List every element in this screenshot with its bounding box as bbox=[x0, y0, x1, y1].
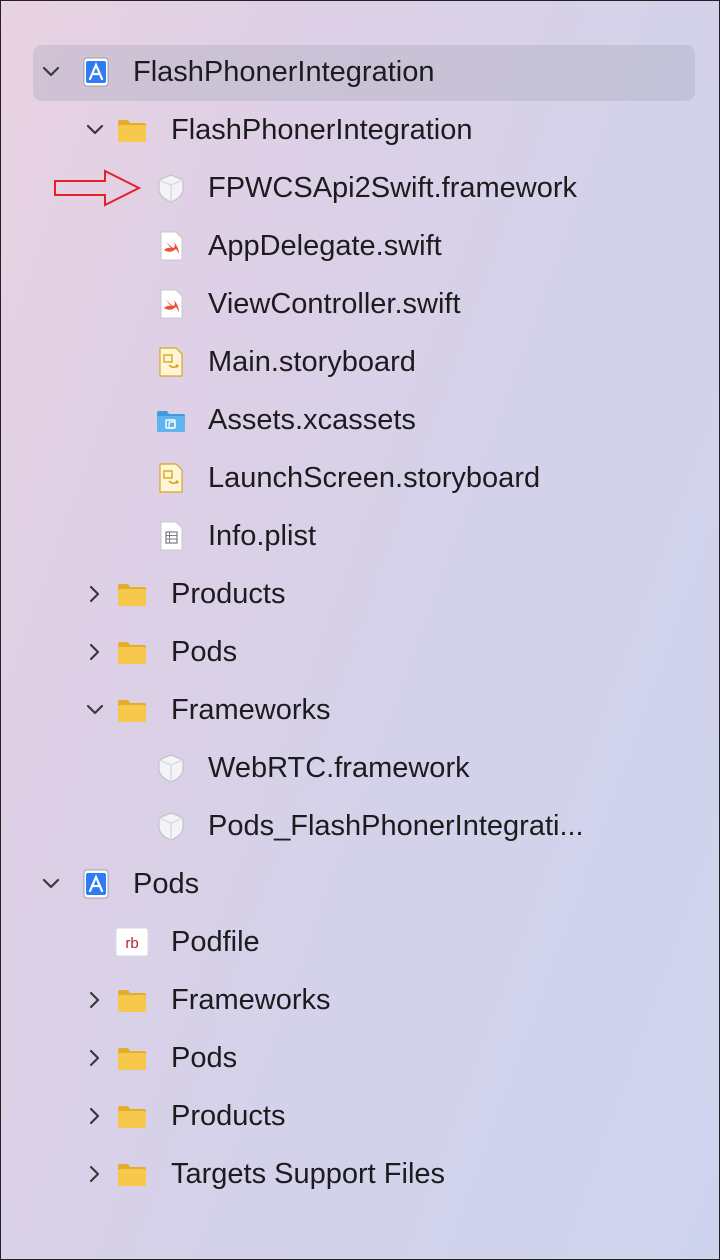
row-podfile[interactable]: rb Podfile bbox=[1, 913, 719, 971]
framework-icon bbox=[156, 753, 186, 783]
row-fpwcs-framework[interactable]: FPWCSApi2Swift.framework bbox=[1, 159, 719, 217]
ruby-file-icon: rb bbox=[115, 927, 149, 957]
row-frameworks-1[interactable]: Frameworks bbox=[1, 681, 719, 739]
chevron-right-icon[interactable] bbox=[85, 1106, 105, 1126]
xcode-project-icon bbox=[81, 57, 111, 87]
tree-item-label: Info.plist bbox=[208, 520, 316, 552]
tree-item-label: Main.storyboard bbox=[208, 346, 416, 378]
framework-icon bbox=[156, 173, 186, 203]
chevron-right-icon[interactable] bbox=[85, 584, 105, 604]
tree-item-label: Pods_FlashPhonerIntegrati... bbox=[208, 810, 584, 842]
row-main-storyboard[interactable]: Main.storyboard bbox=[1, 333, 719, 391]
chevron-down-icon[interactable] bbox=[41, 874, 61, 894]
folder-icon bbox=[117, 985, 147, 1015]
chevron-down-icon[interactable] bbox=[41, 62, 61, 82]
row-viewcontroller[interactable]: ViewController.swift bbox=[1, 275, 719, 333]
tree-item-label: Pods bbox=[133, 868, 200, 900]
swift-file-icon bbox=[156, 231, 186, 261]
tree-item-label: Products bbox=[171, 1100, 286, 1132]
storyboard-icon bbox=[156, 463, 186, 493]
xcode-project-icon bbox=[81, 869, 111, 899]
chevron-right-icon[interactable] bbox=[85, 1048, 105, 1068]
folder-icon bbox=[117, 695, 147, 725]
row-project-pods[interactable]: Pods bbox=[1, 855, 719, 913]
folder-icon bbox=[117, 1043, 147, 1073]
row-frameworks-2[interactable]: Frameworks bbox=[1, 971, 719, 1029]
chevron-right-icon[interactable] bbox=[85, 1164, 105, 1184]
chevron-down-icon[interactable] bbox=[85, 700, 105, 720]
tree-item-label: WebRTC.framework bbox=[208, 752, 470, 784]
row-appdelegate[interactable]: AppDelegate.swift bbox=[1, 217, 719, 275]
tree-item-label: ViewController.swift bbox=[208, 288, 461, 320]
row-info-plist[interactable]: Info.plist bbox=[1, 507, 719, 565]
folder-icon bbox=[117, 637, 147, 667]
row-targets-support[interactable]: Targets Support Files bbox=[1, 1145, 719, 1203]
chevron-right-icon[interactable] bbox=[85, 990, 105, 1010]
tree-item-label: Products bbox=[171, 578, 286, 610]
row-pods-framework[interactable]: Pods_FlashPhonerIntegrati... bbox=[1, 797, 719, 855]
folder-icon bbox=[117, 115, 147, 145]
chevron-down-icon[interactable] bbox=[85, 120, 105, 140]
storyboard-icon bbox=[156, 347, 186, 377]
folder-icon bbox=[117, 1159, 147, 1189]
folder-icon bbox=[117, 1101, 147, 1131]
row-pods-2[interactable]: Pods bbox=[1, 1029, 719, 1087]
row-assets[interactable]: Assets.xcassets bbox=[1, 391, 719, 449]
tree-item-label: Frameworks bbox=[171, 984, 331, 1016]
row-project-flashphoner[interactable]: FlashPhonerIntegration bbox=[1, 43, 719, 101]
folder-icon bbox=[117, 579, 147, 609]
tree-item-label: FlashPhonerIntegration bbox=[171, 114, 473, 146]
svg-text:rb: rb bbox=[125, 935, 138, 952]
tree-item-label: Frameworks bbox=[171, 694, 331, 726]
plist-icon bbox=[156, 521, 186, 551]
row-pods-1[interactable]: Pods bbox=[1, 623, 719, 681]
tree-item-label: Podfile bbox=[171, 926, 260, 958]
tree-item-label: AppDelegate.swift bbox=[208, 230, 442, 262]
tree-item-label: Targets Support Files bbox=[171, 1158, 446, 1190]
row-products-2[interactable]: Products bbox=[1, 1087, 719, 1145]
swift-file-icon bbox=[156, 289, 186, 319]
tree-item-label: Pods bbox=[171, 1042, 238, 1074]
tree-item-label: FlashPhonerIntegration bbox=[133, 56, 435, 88]
tree-item-label: Pods bbox=[171, 636, 238, 668]
asset-catalog-icon bbox=[156, 405, 186, 435]
tree-item-label: FPWCSApi2Swift.framework bbox=[208, 172, 578, 204]
row-webrtc[interactable]: WebRTC.framework bbox=[1, 739, 719, 797]
row-products-1[interactable]: Products bbox=[1, 565, 719, 623]
framework-icon bbox=[156, 811, 186, 841]
row-launchscreen[interactable]: LaunchScreen.storyboard bbox=[1, 449, 719, 507]
project-navigator: FlashPhonerIntegration FlashPhonerIntegra… bbox=[0, 0, 720, 1260]
chevron-right-icon[interactable] bbox=[85, 642, 105, 662]
tree-item-label: Assets.xcassets bbox=[208, 404, 416, 436]
row-group-flashphoner[interactable]: FlashPhonerIntegration bbox=[1, 101, 719, 159]
tree-item-label: LaunchScreen.storyboard bbox=[208, 462, 541, 494]
